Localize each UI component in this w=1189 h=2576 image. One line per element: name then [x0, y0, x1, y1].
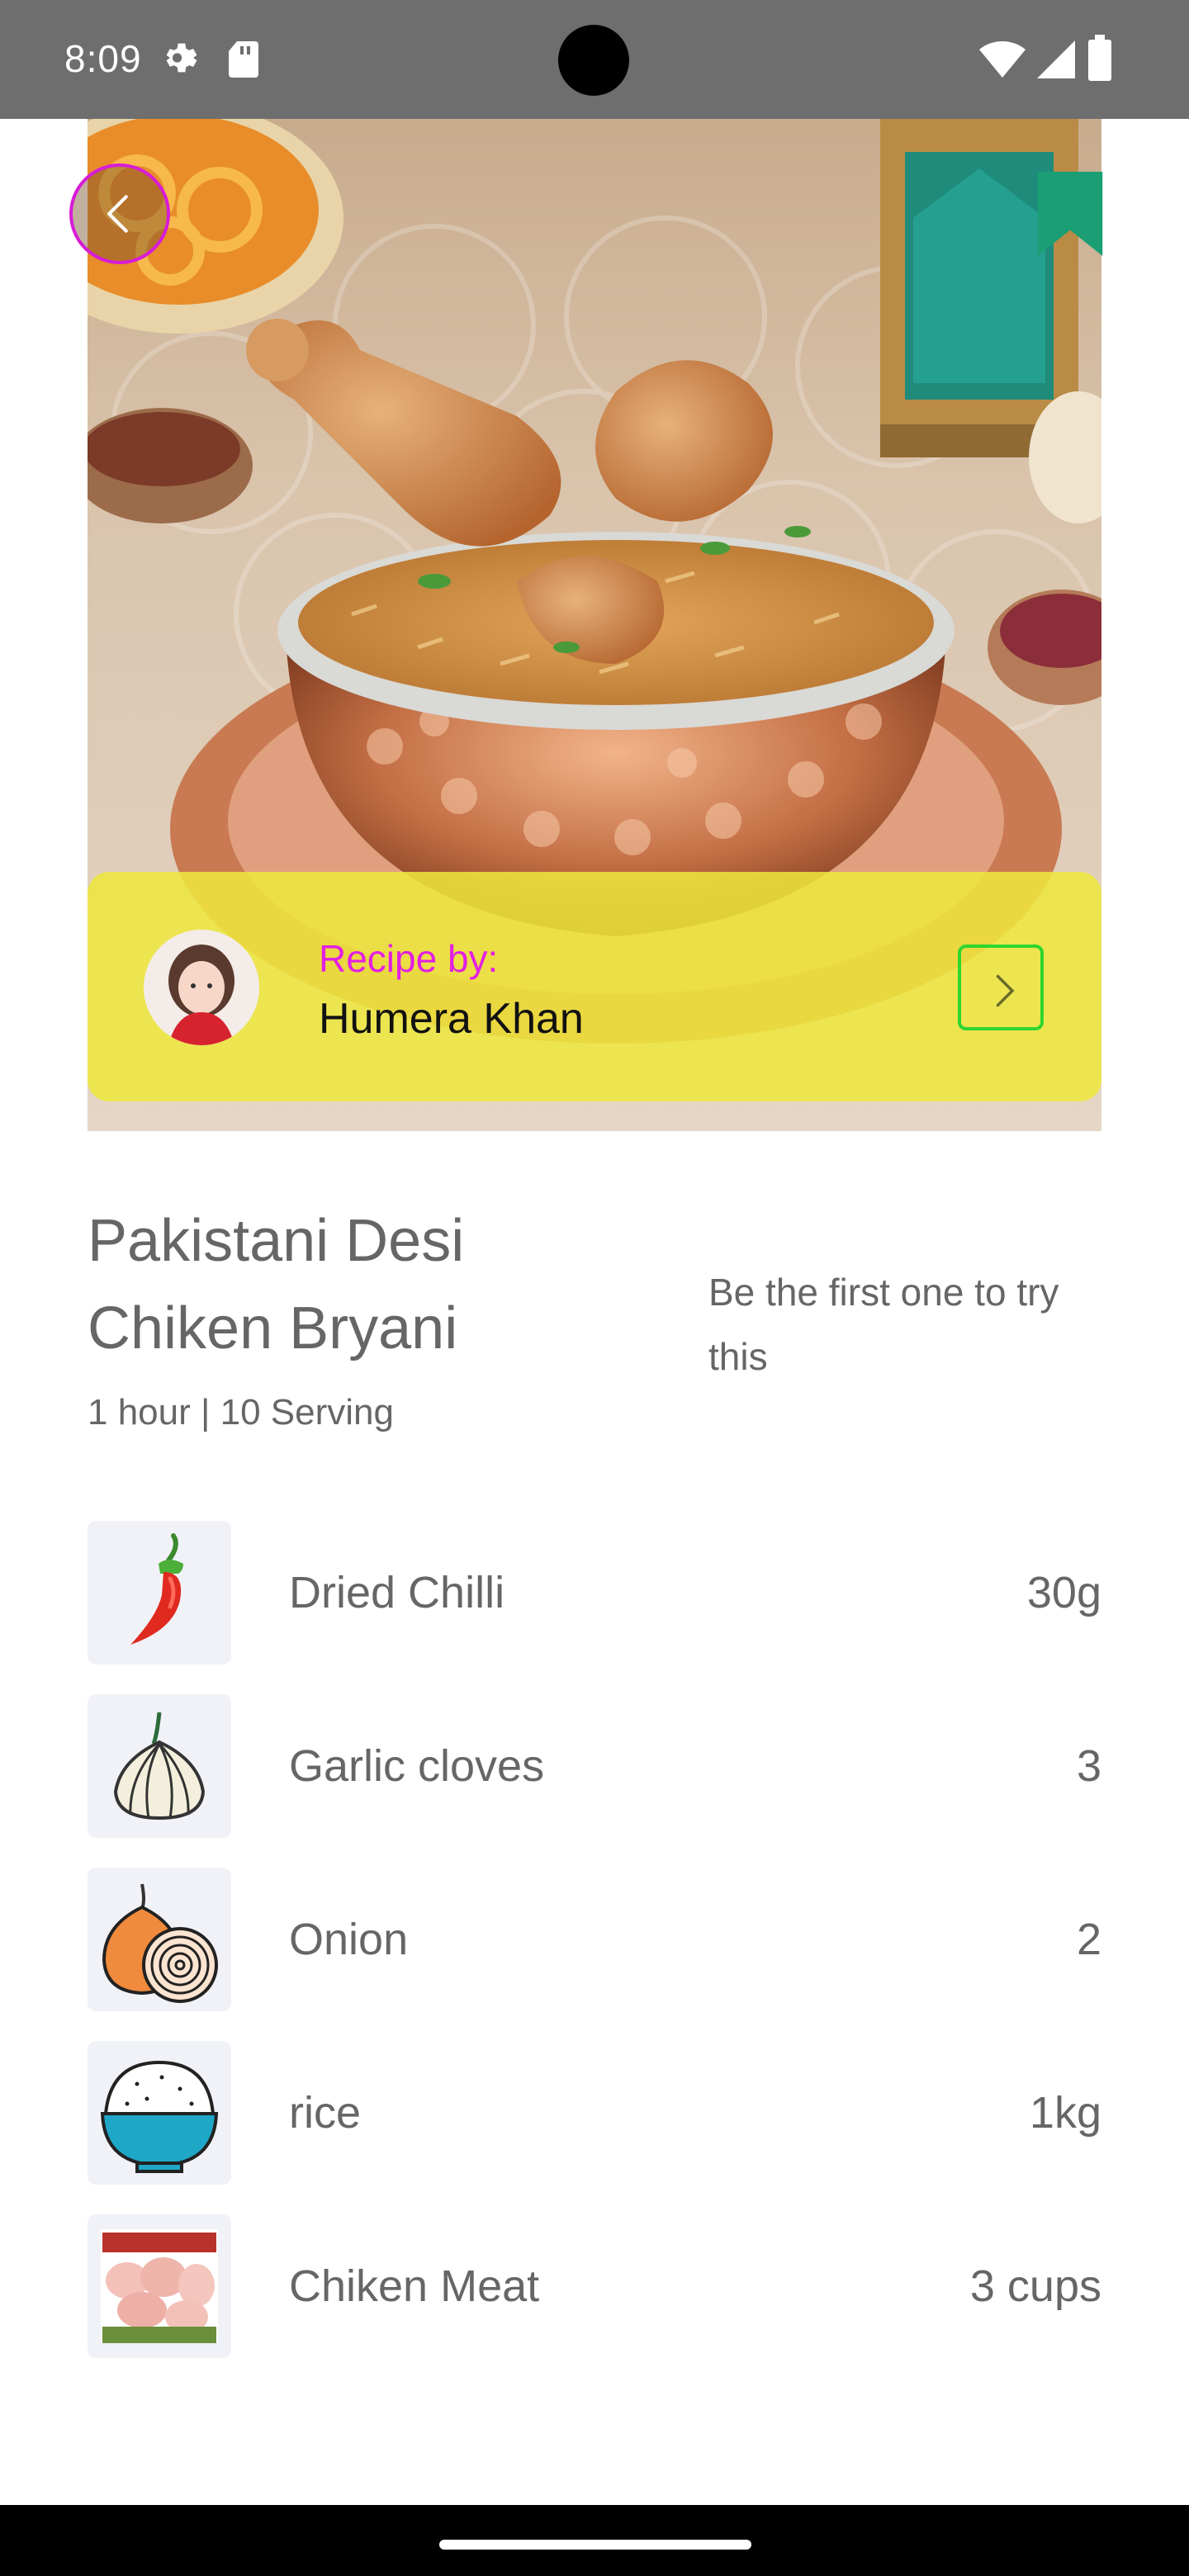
ingredient-name: Chiken Meat	[289, 2261, 540, 2311]
try-recipe-text[interactable]: Be the first one to try this	[708, 1260, 1121, 1389]
navigation-bar	[0, 2505, 1189, 2576]
back-button[interactable]	[69, 163, 170, 264]
recipe-title-line: Chiken Bryani	[88, 1295, 458, 1361]
recipe-by-label: Recipe by:	[319, 937, 499, 980]
arrow-right-icon	[996, 974, 1015, 1007]
ingredient-name: Onion	[289, 1915, 409, 1964]
onion-icon	[88, 1868, 231, 2011]
wifi-icon	[979, 40, 1026, 78]
ingredient-quantity: 3	[1076, 1741, 1101, 1791]
ingredient-name: rice	[289, 2088, 362, 2138]
ingredient-quantity: 30g	[1026, 1568, 1101, 1617]
home-indicator[interactable]	[439, 2540, 751, 2550]
recipe-title-line: Pakistani Desi	[88, 1208, 465, 1274]
ingredient-row[interactable]: Garlic cloves 3	[88, 1694, 1101, 1840]
chevron-left-icon	[107, 195, 128, 233]
ingredient-quantity: 3 cups	[969, 2261, 1101, 2311]
bookmark-icon[interactable]	[1037, 172, 1103, 256]
ingredient-row[interactable]: Dried Chilli 30g	[88, 1521, 1101, 1666]
ingredient-row[interactable]: Onion 2	[88, 1868, 1101, 2013]
ingredient-name: Dried Chilli	[289, 1568, 505, 1617]
avatar	[144, 930, 259, 1045]
ingredient-name: Garlic cloves	[289, 1741, 545, 1791]
author-name[interactable]: Humera Khan	[319, 994, 584, 1044]
author-card[interactable]: Recipe by: Humera Khan	[88, 872, 1101, 1101]
recipe-meta: 1 hour | 10 Serving	[88, 1392, 394, 1432]
gear-icon	[166, 43, 197, 73]
signal-icon	[1037, 40, 1075, 78]
rice-bowl-icon	[88, 2041, 231, 2185]
ingredient-row[interactable]: Chiken Meat 3 cups	[88, 2214, 1101, 2360]
garlic-icon	[88, 1694, 231, 1838]
camera-cutout	[558, 25, 629, 96]
battery-icon	[1088, 35, 1111, 81]
sd-card-icon	[229, 41, 258, 78]
ingredient-quantity: 2	[1076, 1915, 1101, 1964]
ingredient-quantity: 1kg	[1029, 2088, 1101, 2138]
chilli-icon	[88, 1521, 231, 1664]
status-time: 8:09	[64, 37, 142, 80]
chicken-meat-icon	[88, 2214, 231, 2358]
recipe-title: Pakistani Desi Chiken Bryani	[88, 1197, 599, 1372]
author-profile-button[interactable]	[958, 945, 1044, 1030]
ingredient-row[interactable]: rice 1kg	[88, 2041, 1101, 2186]
status-bar: 8:09	[0, 0, 1189, 119]
